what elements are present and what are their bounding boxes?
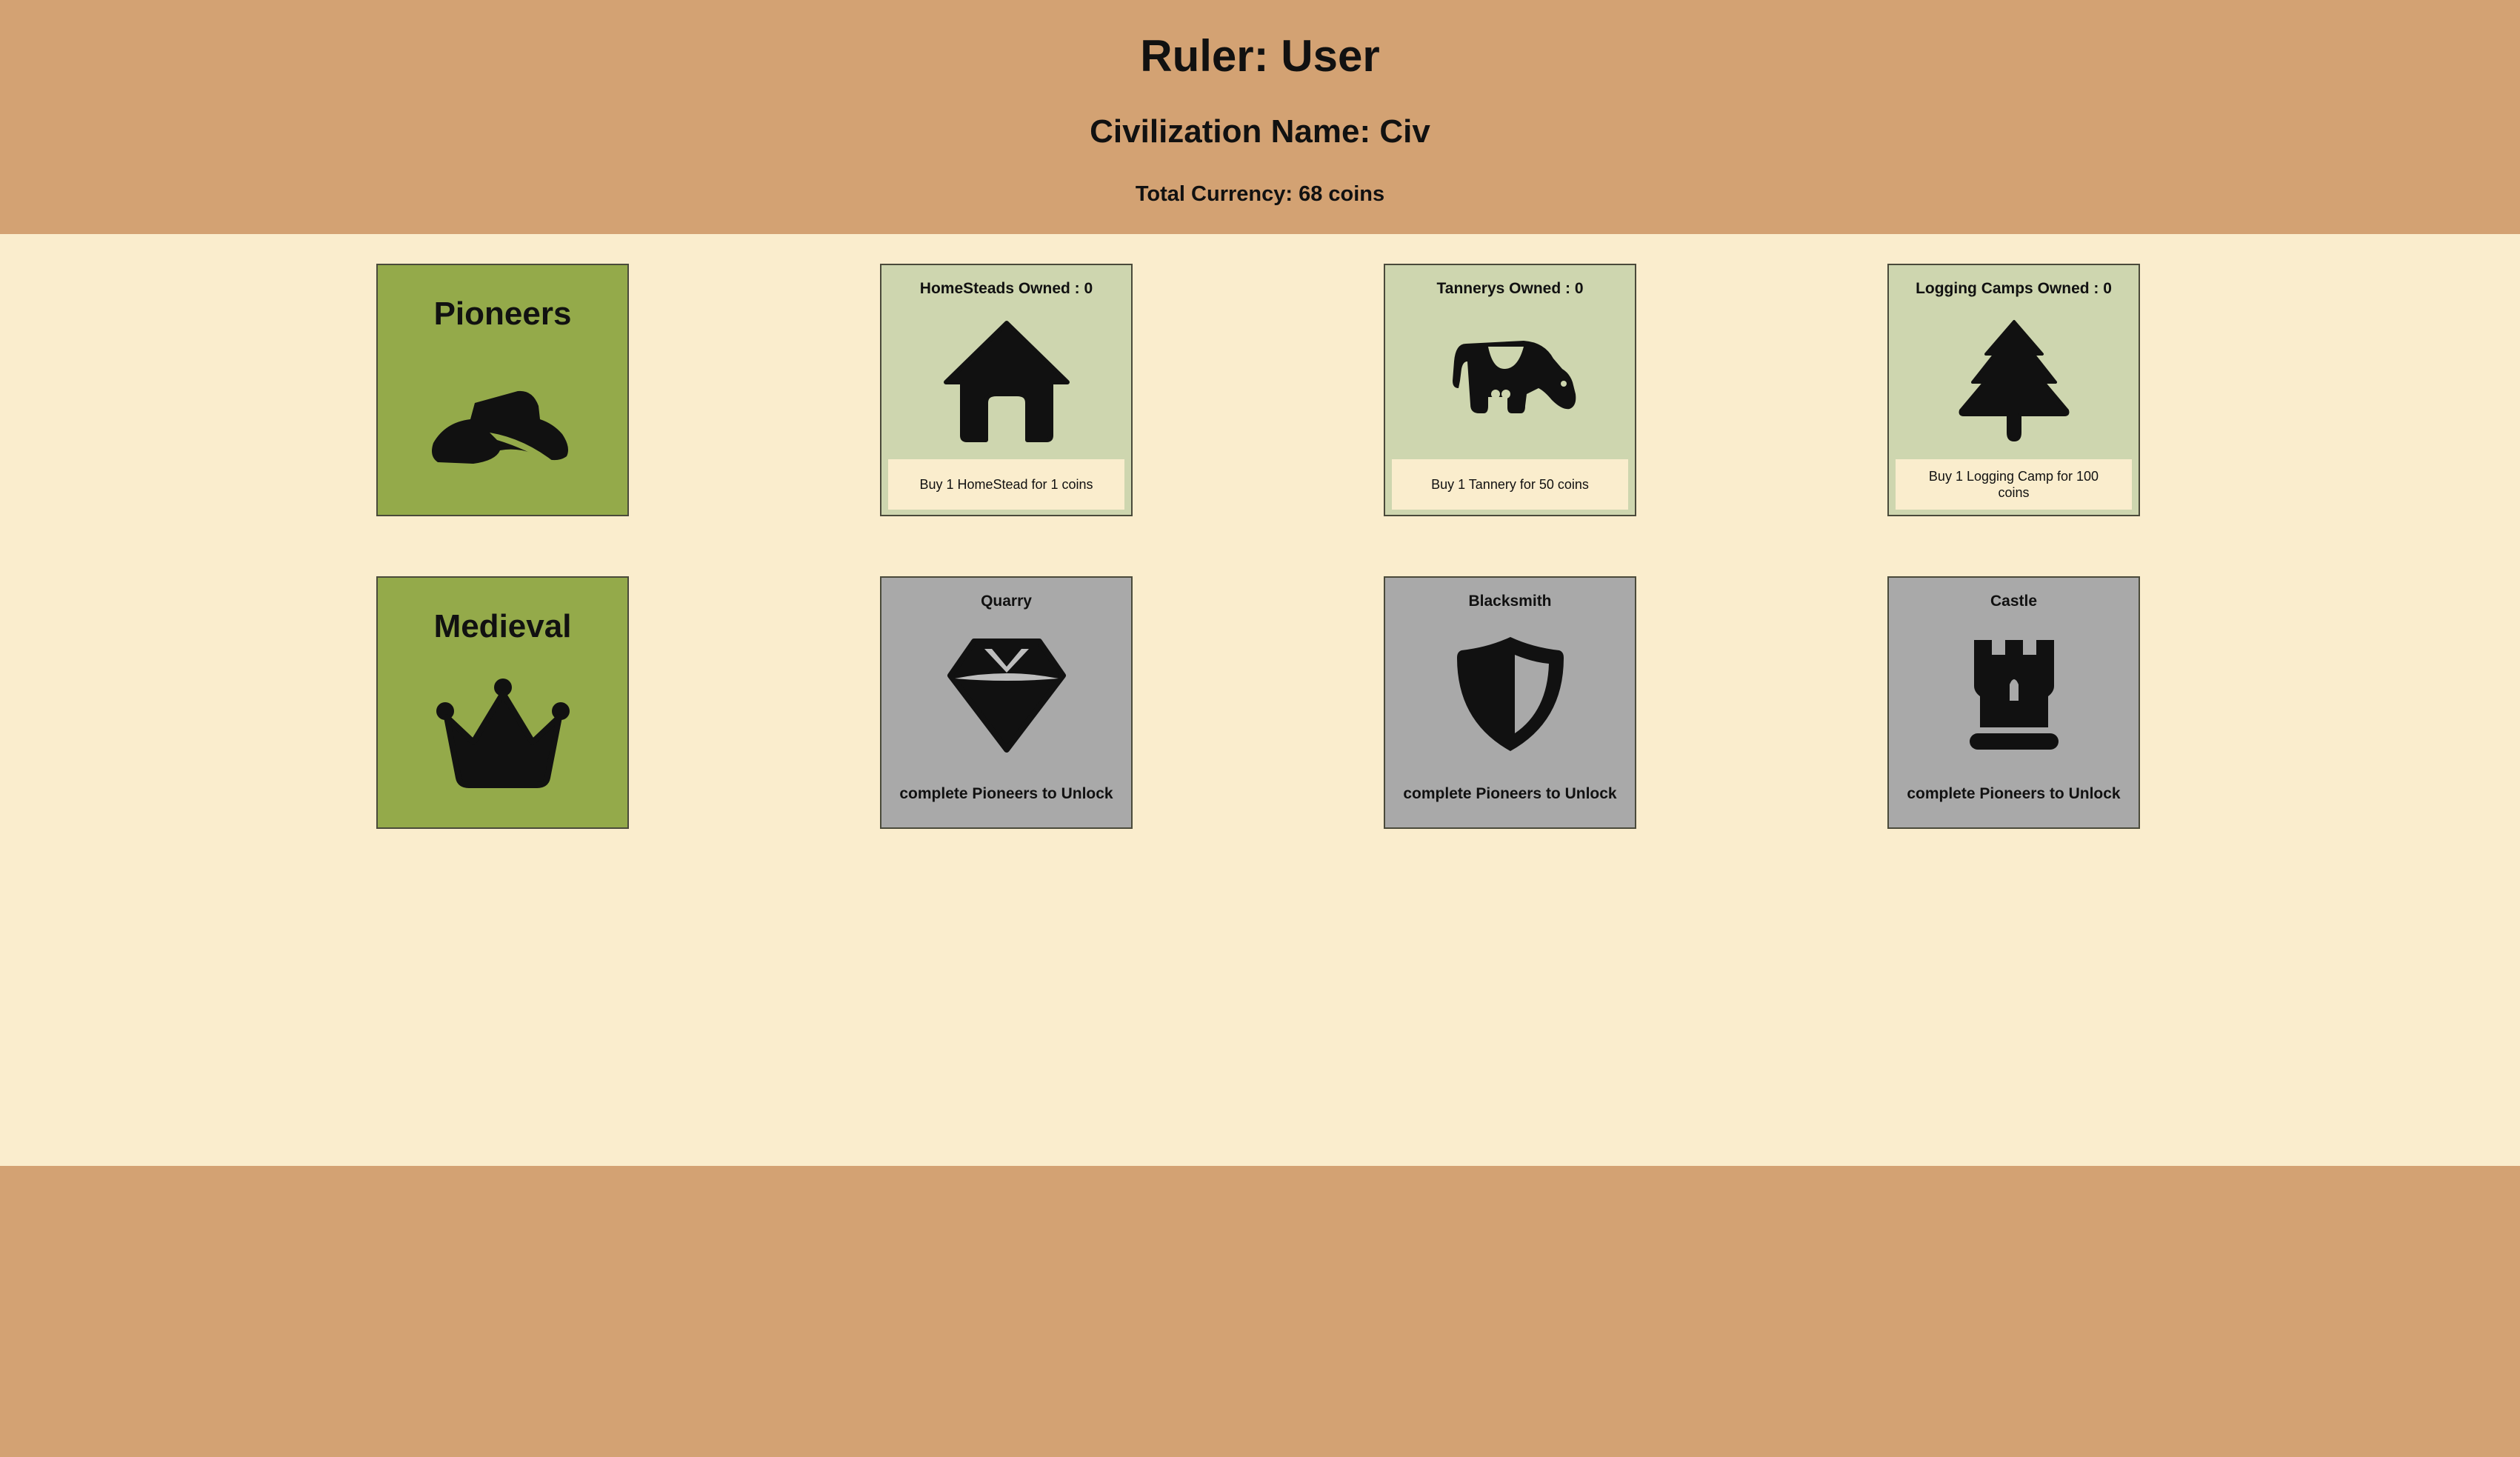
building-title: Logging Camps Owned : 0 [1916, 280, 2112, 297]
tree-icon [1947, 317, 2081, 443]
locked-card-quarry: Quarry complete Pioneers to Unlock [880, 576, 1133, 829]
locked-title: Castle [1990, 593, 2038, 610]
era-card-pioneers[interactable]: Pioneers [376, 264, 629, 516]
header: Ruler: User Civilization Name: Civ Total… [0, 0, 2520, 234]
game-board: Pioneers HomeSteads Owned : 0 Buy 1 Home… [0, 234, 2520, 1166]
locked-title: Quarry [981, 593, 1032, 610]
unlock-requirement: complete Pioneers to Unlock [1907, 785, 2121, 802]
era-title: Pioneers [433, 296, 572, 332]
unlock-requirement: complete Pioneers to Unlock [1403, 785, 1617, 802]
footer [0, 1166, 2520, 1457]
locked-title: Blacksmith [1468, 593, 1552, 610]
total-currency: Total Currency: 68 coins [1135, 182, 1385, 206]
building-card-homestead: HomeSteads Owned : 0 Buy 1 HomeStead for… [880, 264, 1133, 516]
building-title: Tannerys Owned : 0 [1436, 280, 1584, 297]
building-title: HomeSteads Owned : 0 [919, 280, 1093, 297]
buy-tannery-button[interactable]: Buy 1 Tannery for 50 coins [1392, 459, 1628, 510]
cowboy-hat-icon [429, 361, 577, 480]
house-icon [940, 317, 1073, 443]
era-card-medieval[interactable]: Medieval [376, 576, 629, 829]
buy-logging-camp-button[interactable]: Buy 1 Logging Camp for 100 coins [1896, 459, 2132, 510]
ruler-title: Ruler: User [1140, 31, 1380, 81]
locked-card-blacksmith: Blacksmith complete Pioneers to Unlock [1384, 576, 1636, 829]
crown-icon [429, 674, 577, 793]
civilization-name: Civilization Name: Civ [1090, 113, 1430, 150]
buy-homestead-button[interactable]: Buy 1 HomeStead for 1 coins [888, 459, 1124, 510]
cow-icon [1444, 317, 1577, 443]
building-card-logging-camp: Logging Camps Owned : 0 Buy 1 Logging Ca… [1887, 264, 2140, 516]
unlock-requirement: complete Pioneers to Unlock [899, 785, 1113, 802]
gem-icon [940, 630, 1073, 756]
building-card-tannery: Tannerys Owned : 0 Buy 1 Tannery for 50 … [1384, 264, 1636, 516]
chess-rook-icon [1947, 630, 2081, 756]
era-title: Medieval [433, 608, 572, 644]
locked-card-castle: Castle complete Pioneers to Unlock [1887, 576, 2140, 829]
shield-icon [1444, 630, 1577, 756]
